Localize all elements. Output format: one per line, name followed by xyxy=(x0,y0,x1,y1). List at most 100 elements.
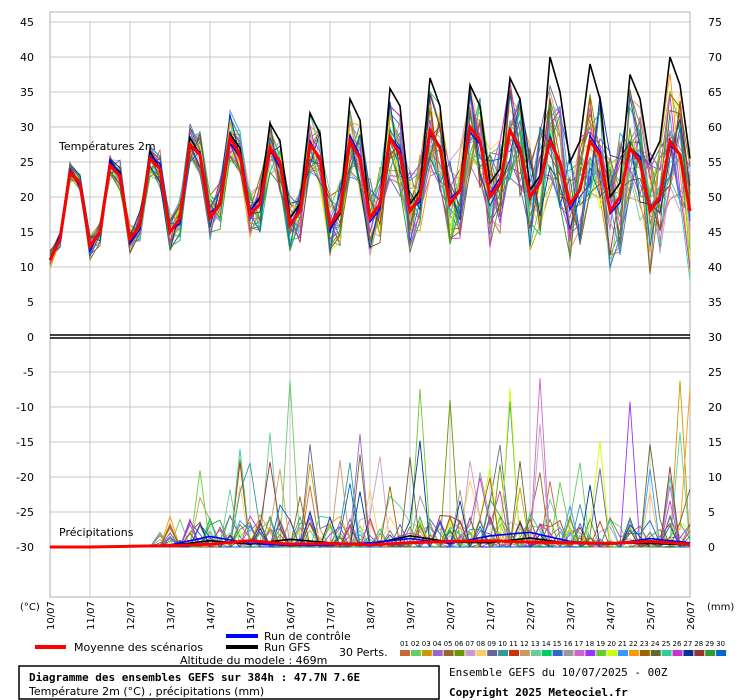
legend-pert-swatch xyxy=(672,650,683,656)
legend-pert-swatch xyxy=(432,650,443,656)
x-tick-label: 22/07 xyxy=(526,601,537,630)
right-unit-label: (mm) xyxy=(707,602,734,613)
y-tick-label-right: 10 xyxy=(708,471,722,484)
legend-pert-number: 14 xyxy=(542,640,551,648)
legend-pert-swatch xyxy=(519,650,530,656)
legend-pert-swatch xyxy=(498,650,509,656)
x-tick-label: 11/07 xyxy=(86,601,97,630)
legend-pert-number: 06 xyxy=(455,640,464,648)
legend-pert-swatch xyxy=(650,650,661,656)
legend-pert-number: 18 xyxy=(585,640,594,648)
y-tick-label-right: 60 xyxy=(708,121,722,134)
legend-pert-swatch xyxy=(716,650,727,656)
legend-pert-swatch xyxy=(454,650,465,656)
y-tick-label-right: 50 xyxy=(708,191,722,204)
legend-pert-swatch xyxy=(465,650,476,656)
x-tick-label: 23/07 xyxy=(566,601,577,630)
legend-pert-number: 20 xyxy=(607,640,616,648)
legend-perts-label: 30 Perts. xyxy=(339,646,388,659)
x-tick-label: 26/07 xyxy=(686,601,697,630)
x-tick-label: 10/07 xyxy=(46,601,57,630)
legend-gfs-label: Run GFS xyxy=(264,641,310,654)
legend-pert-number: 07 xyxy=(465,640,474,648)
y-tick-label-left: 40 xyxy=(20,51,34,64)
x-tick-label: 24/07 xyxy=(606,601,617,630)
y-tick-label-left: 20 xyxy=(20,191,34,204)
legend-pert-number: 22 xyxy=(629,640,638,648)
y-tick-label-left: 0 xyxy=(27,331,34,344)
x-tick-label: 14/07 xyxy=(206,601,217,630)
left-unit-label: (°C) xyxy=(20,602,40,613)
legend-pert-swatch xyxy=(410,650,421,656)
y-tick-label-left: -30 xyxy=(16,541,34,554)
y-tick-label-right: 40 xyxy=(708,261,722,274)
legend-pert-number: 03 xyxy=(422,640,431,648)
legend-pert-number: 27 xyxy=(683,640,692,648)
y-tick-label-left: -10 xyxy=(16,401,34,414)
copyright-label: Copyright 2025 Meteociel.fr xyxy=(449,686,628,699)
temperature-panel-label: Températures 2m xyxy=(58,140,156,153)
legend-mean-label: Moyenne des scénarios xyxy=(74,641,203,654)
y-tick-label-right: 30 xyxy=(708,331,722,344)
y-tick-label-left: 5 xyxy=(27,296,34,309)
y-tick-label-right: 25 xyxy=(708,366,722,379)
legend-pert-swatch xyxy=(596,650,607,656)
legend-pert-number: 19 xyxy=(596,640,605,648)
x-tick-label: 15/07 xyxy=(246,601,257,630)
legend-pert-number: 25 xyxy=(662,640,671,648)
legend-pert-number: 01 xyxy=(400,640,409,648)
y-tick-label-left: 15 xyxy=(20,226,34,239)
y-tick-label-left: -25 xyxy=(16,506,34,519)
legend-pert-number: 16 xyxy=(564,640,573,648)
legend-pert-swatch xyxy=(443,650,454,656)
legend-pert-swatch xyxy=(541,650,552,656)
y-tick-label-right: 65 xyxy=(708,86,722,99)
legend-pert-number: 13 xyxy=(531,640,540,648)
x-tick-label: 17/07 xyxy=(326,601,337,630)
run-label: Ensemble GEFS du 10/07/2025 - 00Z xyxy=(449,666,668,679)
x-tick-label: 16/07 xyxy=(286,601,297,630)
legend-pert-number: 15 xyxy=(553,640,562,648)
y-tick-label-right: 35 xyxy=(708,296,722,309)
legend-pert-number: 23 xyxy=(640,640,649,648)
legend-pert-number: 09 xyxy=(487,640,496,648)
legend-pert-number: 05 xyxy=(444,640,453,648)
altitude-label: Altitude du modele : 469m xyxy=(180,654,327,667)
legend-pert-swatch xyxy=(661,650,672,656)
legend-pert-number: 30 xyxy=(716,640,725,648)
legend-pert-number: 21 xyxy=(618,640,627,648)
x-tick-label: 25/07 xyxy=(646,601,657,630)
legend-pert-swatch xyxy=(563,650,574,656)
legend-pert-swatch xyxy=(421,650,432,656)
legend-pert-swatch xyxy=(607,650,618,656)
legend-pert-swatch xyxy=(585,650,596,656)
chart-subtitle: Température 2m (°C) , précipitations (mm… xyxy=(28,685,264,698)
legend-pert-swatch xyxy=(509,650,519,656)
y-tick-label-right: 0 xyxy=(708,541,715,554)
y-tick-label-left: -20 xyxy=(16,471,34,484)
legend-pert-swatch xyxy=(574,650,585,656)
legend-pert-number: 10 xyxy=(498,640,507,648)
x-tick-label: 12/07 xyxy=(126,601,137,630)
legend-pert-swatch xyxy=(683,650,694,656)
legend-pert-number: 11 xyxy=(509,640,518,648)
legend-pert-swatch xyxy=(639,650,650,656)
legend-pert-swatch xyxy=(552,650,563,656)
legend-pert-number: 12 xyxy=(520,640,529,648)
y-tick-label-right: 75 xyxy=(708,16,722,29)
gefs-ensemble-chart: 45 7540 7035 6530 6025 5520 5015 4510 405 350 30-5… xyxy=(16,11,734,700)
legend-pert-swatch xyxy=(628,650,639,656)
legend-pert-swatch xyxy=(400,650,410,656)
legend-pert-swatch xyxy=(487,650,498,656)
y-tick-label-left: 25 xyxy=(20,156,34,169)
y-tick-label-left: -15 xyxy=(16,436,34,449)
legend-perts: 01 02 03 04 05 06 07 08 09 10 11 12 13 14 15 16 17 18 19 20… xyxy=(400,640,727,656)
y-tick-label-right: 45 xyxy=(708,226,722,239)
y-tick-label-right: 15 xyxy=(708,436,722,449)
legend-pert-number: 28 xyxy=(694,640,703,648)
y-tick-label-left: 30 xyxy=(20,121,34,134)
chart-title: Diagramme des ensembles GEFS sur 384h : … xyxy=(29,671,360,684)
legend-pert-number: 24 xyxy=(651,640,660,648)
legend-pert-swatch xyxy=(476,650,487,656)
legend-pert-swatch xyxy=(694,650,705,656)
